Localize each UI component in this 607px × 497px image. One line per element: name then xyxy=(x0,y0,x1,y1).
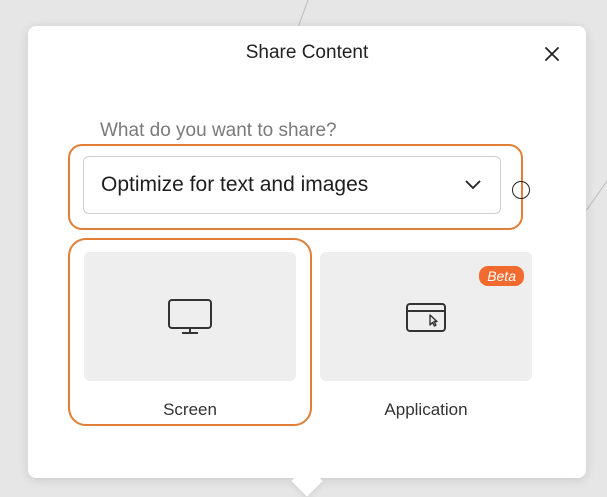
background-line xyxy=(298,0,310,27)
info-icon[interactable] xyxy=(512,181,530,199)
monitor-icon xyxy=(168,298,212,334)
dropdown-selected-value: Optimize for text and images xyxy=(101,173,369,196)
application-option-card[interactable]: Beta xyxy=(320,252,532,381)
close-icon xyxy=(545,47,559,61)
background-line xyxy=(586,177,607,211)
close-button[interactable] xyxy=(538,40,566,68)
screen-option-label: Screen xyxy=(163,400,217,419)
chevron-down-icon xyxy=(464,176,482,194)
optimize-dropdown[interactable]: Optimize for text and images xyxy=(83,156,501,214)
beta-badge: Beta xyxy=(479,266,524,286)
application-option-label: Application xyxy=(384,400,468,419)
share-content-dialog: Share Content What do you want to share?… xyxy=(28,26,586,478)
dialog-title: Share Content xyxy=(245,42,369,63)
screen-option-card[interactable] xyxy=(84,252,296,381)
app-window-cursor-icon xyxy=(406,302,446,332)
share-question-label: What do you want to share? xyxy=(100,120,337,141)
